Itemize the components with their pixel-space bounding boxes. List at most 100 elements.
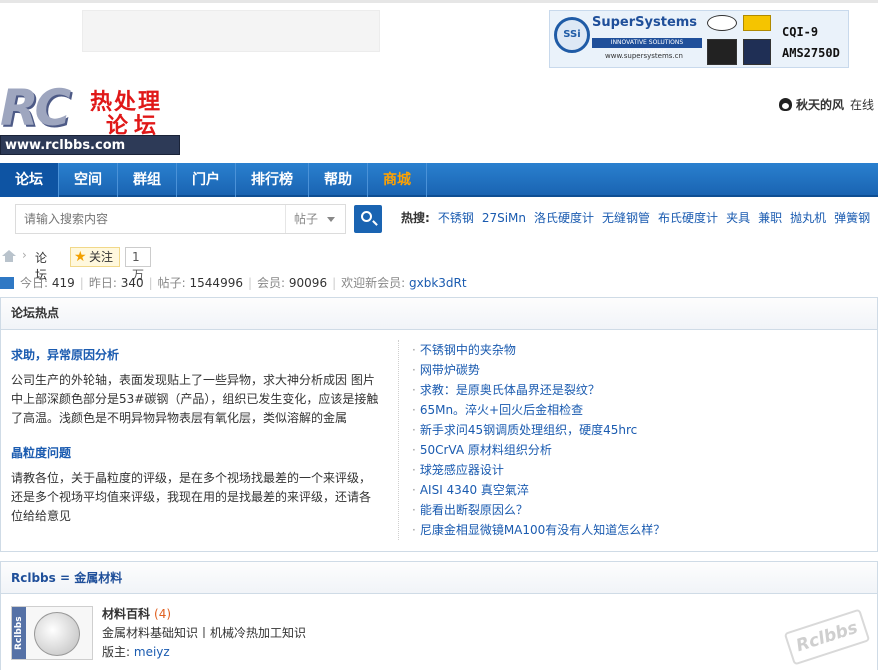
logo-site-url: www.rclbbs.com [0, 135, 180, 155]
nav-item-help[interactable]: 帮助 [309, 163, 368, 197]
hot-keyword[interactable]: 抛丸机 [790, 211, 826, 225]
topic-link[interactable]: 能看出断裂原因么？ [420, 503, 528, 517]
topic-link[interactable]: AISI 4340 真空氣淬 [420, 483, 529, 497]
mti-badge-icon [743, 15, 771, 31]
isa-badge-icon [743, 39, 771, 65]
bullet: · [412, 363, 416, 377]
main-nav: 论坛 空间 群组 门户 排行榜 帮助 商城 [0, 163, 878, 197]
stat-newest-label: 欢迎新会员: [341, 276, 406, 290]
forum-category: Rclbbs = 金属材料 Rclbbs 材料百科 (4) 金属材料基础知识丨机械… [0, 561, 878, 670]
divider: | [332, 276, 337, 290]
list-item[interactable]: · AISI 4340 真空氣淬 [412, 480, 665, 500]
user-info: 秋天的风 在线 [778, 96, 874, 113]
home-icon[interactable] [2, 250, 16, 262]
stat-yesterday-label: 昨日: [88, 276, 117, 290]
follow-count: 1万 [125, 247, 151, 282]
site-logo[interactable]: RC 热处理 论坛 www.rclbbs.com [0, 82, 182, 156]
newest-member-link[interactable]: gxbk3dRt [409, 276, 467, 290]
stat-posts-label: 帖子: [157, 276, 186, 290]
online-status: 在线 [849, 98, 874, 112]
search-scope-select[interactable]: 帖子 [285, 205, 345, 233]
search-button[interactable] [354, 205, 382, 233]
banner-cert-cqi: CQI-9 [782, 25, 819, 39]
stat-yesterday: 340 [120, 276, 144, 290]
nav-item-mall[interactable]: 商城 [368, 163, 427, 197]
hot-keyword[interactable]: 弹簧钢 [834, 211, 870, 225]
featured-topic-title[interactable]: 晶粒度问题 [11, 444, 381, 461]
panel-title: 论坛热点 [1, 298, 877, 330]
pri-badge-icon [707, 39, 737, 65]
bullet: · [412, 383, 416, 397]
forum-moderator-row: 版主: meiyz [102, 643, 170, 660]
chevron-right-icon: › [22, 248, 27, 262]
topic-link[interactable]: 50CrVA 原材料组织分析 [420, 443, 552, 457]
iclass-badge-icon [707, 15, 737, 31]
sponsor-banner[interactable]: SSi SuperSystems INNOVATIVE SOLUTIONS WO… [549, 10, 849, 68]
list-item[interactable]: · 尼康金相显微镜MA100有没有人知道怎么样？ [412, 520, 665, 540]
hot-topics-panel: 论坛热点 求助，异常原因分析 公司生产的外轮轴，表面发现贴上了一些异物，求大神分… [0, 297, 878, 552]
banner-cert-ams: AMS2750D [782, 46, 840, 60]
forum-name-link[interactable]: 材料百科 [102, 607, 150, 621]
hot-keyword[interactable]: 布氏硬度计 [658, 211, 718, 225]
stat-today-label: 今日: [20, 276, 49, 290]
banner-company: SuperSystems [592, 15, 698, 30]
search-box: 帖子 [15, 204, 346, 234]
list-item[interactable]: · 50CrVA 原材料组织分析 [412, 440, 665, 460]
hot-keyword[interactable]: 洛氏硬度计 [534, 211, 594, 225]
hot-keyword[interactable]: 无缝钢管 [602, 211, 650, 225]
topic-link[interactable]: 尼康金相显微镜MA100有没有人知道怎么样？ [420, 523, 665, 537]
featured-topic-title[interactable]: 求助，异常原因分析 [11, 346, 381, 363]
nav-item-portal[interactable]: 门户 [177, 163, 236, 197]
forum-description: 金属材料基础知识丨机械冷热加工知识 [102, 626, 307, 640]
search-scope-value: 帖子 [294, 212, 319, 226]
username-link[interactable]: 秋天的风 [796, 98, 844, 112]
certification-badges [705, 13, 775, 67]
watermark: Rclbbs [783, 608, 871, 666]
ad-placeholder[interactable] [82, 10, 380, 52]
list-item[interactable]: · 新手求问45钢调质处理组织，硬度45hrc [412, 420, 665, 440]
search-input[interactable] [16, 205, 284, 233]
bullet: · [412, 443, 416, 457]
hot-keyword[interactable]: 不锈钢 [438, 211, 474, 225]
topic-link[interactable]: 网带炉碳势 [420, 363, 480, 377]
forum-icon[interactable]: Rclbbs [11, 606, 93, 660]
divider [398, 340, 399, 540]
forum-stats: 今日: 419 | 昨日: 340 | 帖子: 1544996 | 会员: 90096 | 欢迎… [0, 274, 467, 291]
star-icon: ★ [74, 249, 87, 265]
list-item[interactable]: · 求教：是原奥氏体晶界还是裂纹？ [412, 380, 665, 400]
follow-button[interactable]: ★ 关注 [70, 247, 120, 267]
topic-link[interactable]: 65Mn。淬火+回火后金相检查 [420, 403, 583, 417]
hot-keyword[interactable]: 夹具 [726, 211, 750, 225]
list-item[interactable]: · 65Mn。淬火+回火后金相检查 [412, 400, 665, 420]
bullet: · [412, 403, 416, 417]
topic-link[interactable]: 求教：是原奥氏体晶界还是裂纹？ [420, 383, 600, 397]
qq-penguin-icon [778, 98, 792, 111]
hot-keyword[interactable]: 27SiMn [482, 211, 526, 225]
bullet: · [412, 523, 416, 537]
bullet: · [412, 483, 416, 497]
nav-item-space[interactable]: 空间 [59, 163, 118, 197]
bullet: · [412, 503, 416, 517]
featured-topic-summary: 公司生产的外轮轴，表面发现贴上了一些异物，求大神分析成因 图片中上部深颜色部分是… [11, 373, 379, 425]
list-item[interactable]: · 能看出断裂原因么？ [412, 500, 665, 520]
hot-keyword[interactable]: 兼职 [758, 211, 782, 225]
list-item[interactable]: · 球笼感应器设计 [412, 460, 665, 480]
list-item[interactable]: · 不锈钢中的夹杂物 [412, 340, 665, 360]
featured-topics: 求助，异常原因分析 公司生产的外轮轴，表面发现贴上了一些异物，求大神分析成因 图… [11, 346, 381, 542]
hot-search-label: 热搜: [401, 211, 430, 225]
list-item[interactable]: · 网带炉碳势 [412, 360, 665, 380]
supersystems-logo-icon: SSi [554, 17, 590, 53]
nav-item-ranking[interactable]: 排行榜 [236, 163, 309, 197]
moderator-link[interactable]: meiyz [134, 645, 170, 659]
stat-posts: 1544996 [189, 276, 243, 290]
nav-item-groups[interactable]: 群组 [118, 163, 177, 197]
bullet: · [412, 423, 416, 437]
topic-link[interactable]: 不锈钢中的夹杂物 [420, 343, 516, 357]
wikipedia-globe-icon [34, 612, 80, 656]
category-title[interactable]: Rclbbs = 金属材料 [1, 562, 877, 594]
topic-link[interactable]: 球笼感应器设计 [420, 463, 504, 477]
nav-item-forum[interactable]: 论坛 [0, 163, 59, 197]
topic-link[interactable]: 新手求问45钢调质处理组织，硬度45hrc [420, 423, 637, 437]
featured-topic-summary: 请教各位，关于晶粒度的评级，是在多个视场找最差的一个来评级，还是多个视场平均值来… [11, 471, 372, 523]
forum-icon-label: Rclbbs [12, 607, 26, 659]
